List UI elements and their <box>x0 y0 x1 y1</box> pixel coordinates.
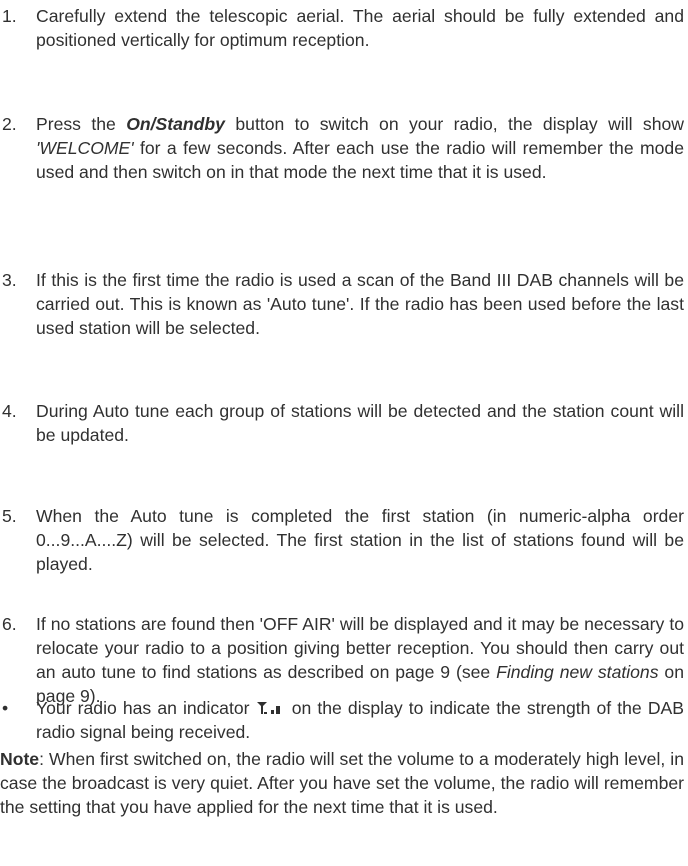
step-number: 2. <box>2 114 17 134</box>
note-label: Note <box>0 749 40 769</box>
step-number: 4. <box>2 401 17 421</box>
bullet-item: • Your radio has an indicator on the dis… <box>0 696 684 744</box>
step-number: 6. <box>2 614 17 634</box>
button-name: On/Standby <box>126 114 225 134</box>
step-number: 3. <box>2 270 17 290</box>
step-4: 4. During Auto tune each group of statio… <box>0 399 684 447</box>
manual-page: 1. Carefully extend the telescopic aeria… <box>0 0 688 866</box>
step-text: During Auto tune each group of stations … <box>36 401 684 445</box>
link-reference: Finding new stations <box>496 662 659 682</box>
step-text-part: button to switch on your radio, the disp… <box>224 114 684 134</box>
bullet-text-part: Your radio has an indicator <box>36 698 256 718</box>
note-paragraph: Note: When first switched on, the radio … <box>0 747 684 819</box>
step-text: Press the On/Standby button to switch on… <box>36 112 684 184</box>
step-text-part: Press the <box>36 114 127 134</box>
display-text: 'WELCOME' <box>36 138 134 158</box>
step-number: 1. <box>2 6 17 26</box>
step-text: If this is the first time the radio is u… <box>36 270 684 338</box>
signal-strength-icon <box>256 702 280 714</box>
step-text-part: for a few seconds. After each use the ra… <box>36 138 684 182</box>
step-6: 6. If no stations are found then 'OFF AI… <box>0 612 684 708</box>
step-text: Carefully extend the telescopic aerial. … <box>36 6 684 50</box>
bullet-text: Your radio has an indicator on the displ… <box>36 696 684 744</box>
bullet-mark: • <box>2 698 9 718</box>
step-text: When the Auto tune is completed the firs… <box>36 506 684 574</box>
step-2: 2. Press the On/Standby button to switch… <box>0 112 684 184</box>
step-number: 5. <box>2 506 17 526</box>
step-3: 3. If this is the first time the radio i… <box>0 268 684 340</box>
step-5: 5. When the Auto tune is completed the f… <box>0 504 684 576</box>
step-1: 1. Carefully extend the telescopic aeria… <box>0 4 684 52</box>
note-text: : When first switched on, the radio will… <box>0 749 684 817</box>
step-text: If no stations are found then 'OFF AIR' … <box>36 612 684 708</box>
